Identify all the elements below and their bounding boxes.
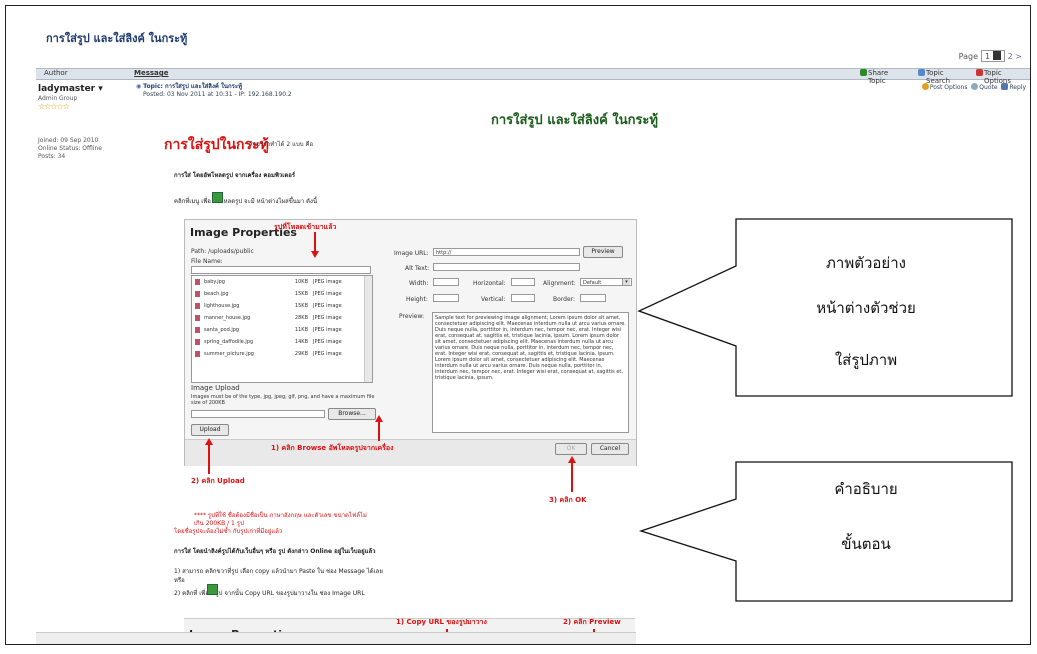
document-frame: การใส่รูป และใส่ลิงค์ ในกระทู้ Page 1 2 … — [5, 5, 1031, 645]
callout-preview-line2: หน้าต่างตัวช่วย — [816, 299, 916, 317]
callout-explain-line2: ขั้นตอน — [841, 535, 891, 553]
callout-preview-line3: ใส่รูปภาพ — [834, 351, 898, 369]
callout-explain-line1: คำอธิบาย — [834, 480, 898, 498]
callout-preview-line1: ภาพตัวอย่าง — [826, 254, 906, 272]
